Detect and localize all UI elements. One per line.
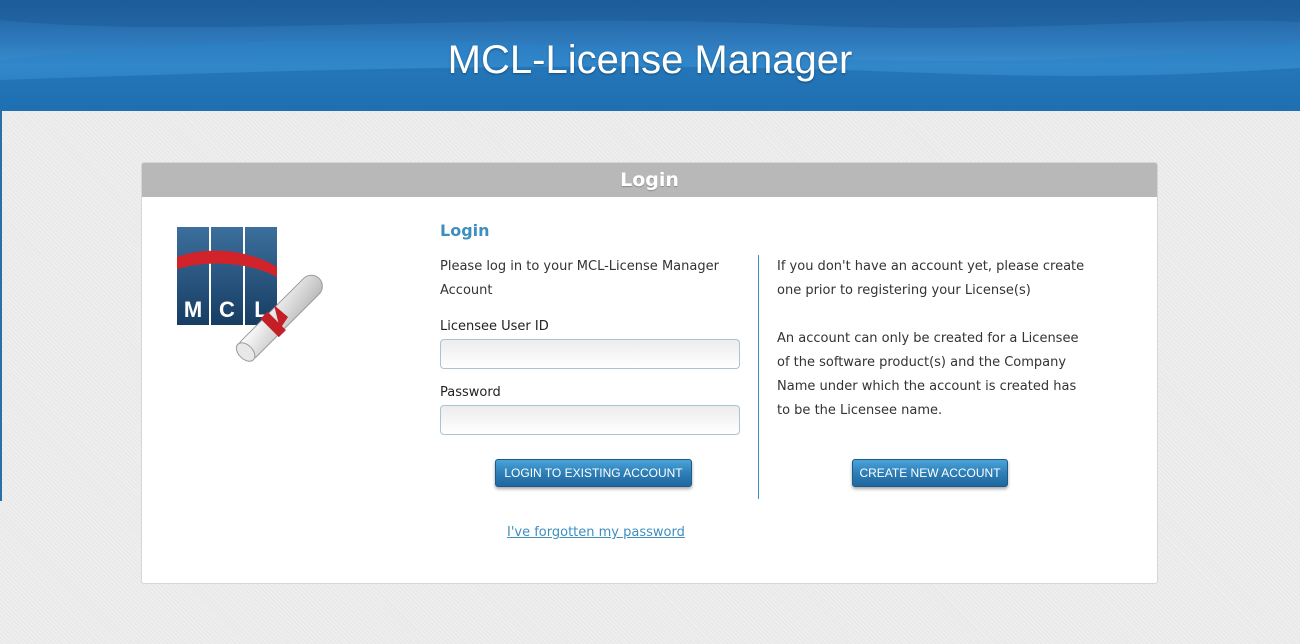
register-info-paragraph: If you don't have an account yet, please… [777,259,1085,298]
create-account-button[interactable]: CREATE NEW ACCOUNT [852,459,1008,487]
mcl-logo: M C L [176,225,331,375]
page-left-edge [0,111,2,501]
password-label: Password [440,385,501,400]
forgot-password-link[interactable]: I've forgotten my password [507,525,685,540]
user-id-label: Licensee User ID [440,319,549,334]
panel-heading: Login [142,163,1157,197]
column-divider [758,255,759,499]
register-info-paragraph: An account can only be created for a Lic… [777,331,1079,418]
login-button[interactable]: LOGIN TO EXISTING ACCOUNT [495,459,692,487]
password-input[interactable] [440,405,740,435]
logo-letter: C [219,297,235,322]
mcl-logo-icon: M C L [177,227,323,362]
login-intro-text: Please log in to your MCL-License Manage… [440,259,719,298]
login-section-heading: Login [440,221,490,240]
logo-letter: M [184,297,202,322]
site-header: MCL-License Manager [0,0,1300,111]
app-title: MCL-License Manager [447,38,853,82]
register-info: If you don't have an account yet, please… [777,255,1087,423]
login-panel: Login M C L Login Please log in to your … [141,162,1158,584]
user-id-input[interactable] [440,339,740,369]
